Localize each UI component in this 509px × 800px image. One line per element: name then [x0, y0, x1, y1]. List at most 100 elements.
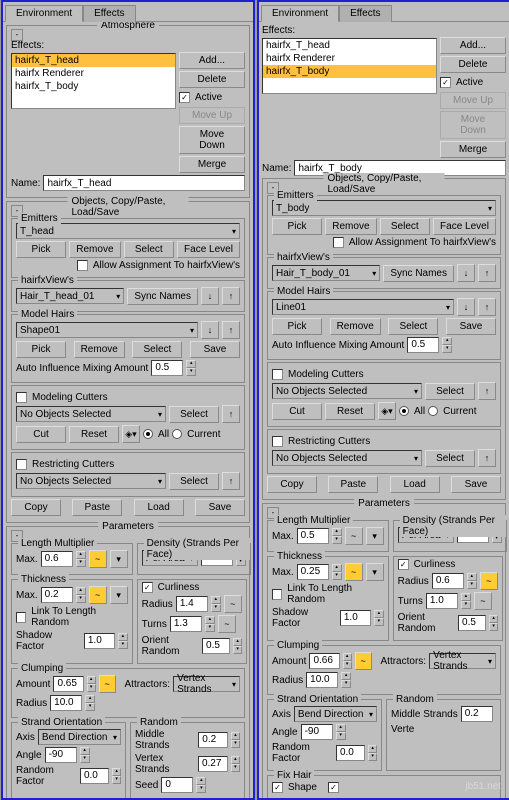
tab-environment[interactable]: Environment	[261, 5, 339, 22]
remove-button[interactable]: Remove	[325, 218, 376, 235]
save-button[interactable]: Save	[195, 499, 245, 516]
save-button[interactable]: Save	[190, 341, 240, 358]
reset-button[interactable]: Reset	[325, 403, 375, 420]
arrow-icon[interactable]: ↑	[222, 405, 240, 423]
turns-spinner[interactable]: 1.0	[426, 593, 458, 609]
linklen-checkbox[interactable]	[272, 589, 282, 600]
select-button[interactable]: Select	[388, 318, 438, 335]
merge-button[interactable]: Merge	[179, 156, 245, 173]
orient-spinner[interactable]: 0.5	[458, 615, 486, 631]
curve-icon[interactable]: ~	[89, 550, 107, 568]
moveup-button[interactable]: Move Up	[179, 107, 245, 124]
sync-button[interactable]: Sync Names	[383, 265, 454, 282]
noobj-dropdown[interactable]: No Objects Selected	[272, 450, 422, 466]
modcutters-checkbox[interactable]	[272, 369, 283, 380]
attractors-dropdown[interactable]: Vertex Strands	[429, 653, 496, 669]
clumprad-spinner[interactable]: 10.0	[50, 695, 82, 711]
curve-icon[interactable]: ~	[224, 595, 242, 613]
movedown-button[interactable]: Move Down	[440, 111, 506, 139]
linklen-checkbox[interactable]	[16, 612, 26, 623]
copy-button[interactable]: Copy	[267, 476, 317, 493]
diamond-icon[interactable]: ◈▾	[122, 425, 140, 443]
orient-spinner[interactable]: 0.5	[202, 638, 230, 654]
curve-icon[interactable]: ~	[480, 572, 498, 590]
sync-button[interactable]: Sync Names	[127, 288, 198, 305]
list-item[interactable]: hairfx Renderer	[12, 67, 175, 80]
pick-button[interactable]: Pick	[272, 218, 322, 235]
save-button[interactable]: Save	[451, 476, 501, 493]
tab-effects[interactable]: Effects	[83, 5, 135, 22]
modcutters-checkbox[interactable]	[16, 392, 27, 403]
shadow-spinner[interactable]: 1.0	[84, 633, 115, 649]
arrow-up-icon[interactable]: ↑	[222, 287, 240, 305]
paste-button[interactable]: Paste	[72, 499, 122, 516]
opts-icon[interactable]: ▾	[110, 550, 128, 568]
clumprad-spinner[interactable]: 10.0	[306, 672, 338, 688]
spin-up-icon[interactable]: ▴	[186, 360, 196, 368]
select-button[interactable]: Select	[124, 241, 174, 258]
amount-spinner[interactable]: 0.65	[53, 676, 83, 692]
current-radio[interactable]	[172, 429, 182, 439]
select-button[interactable]: Select	[169, 406, 219, 423]
add-button[interactable]: Add...	[179, 52, 245, 69]
paste-button[interactable]: Paste	[328, 476, 378, 493]
thick-spinner[interactable]: 0.25	[297, 564, 329, 580]
emitters-dropdown[interactable]: T_body	[272, 200, 496, 216]
arrow-up-icon[interactable]: ↑	[478, 264, 496, 282]
noobj-dropdown[interactable]: No Objects Selected	[16, 406, 166, 422]
spin-down-icon[interactable]: ▾	[186, 368, 196, 376]
axis-dropdown[interactable]: Bend Direction	[38, 729, 121, 745]
delete-button[interactable]: Delete	[440, 56, 506, 73]
amount-spinner[interactable]: 0.66	[309, 653, 339, 669]
hairview-dropdown[interactable]: Hair_T_body_01	[272, 265, 380, 281]
angle-spinner[interactable]: -90	[301, 724, 333, 740]
list-item[interactable]: hairfx_T_body	[263, 65, 436, 78]
seed-spinner[interactable]: 0	[161, 777, 193, 793]
opts-icon[interactable]: ▾	[366, 527, 384, 545]
cut-button[interactable]: Cut	[272, 403, 322, 420]
active-checkbox[interactable]: ✓	[179, 92, 190, 103]
name-input[interactable]	[43, 175, 245, 191]
pick-button[interactable]: Pick	[16, 341, 66, 358]
remove-button[interactable]: Remove	[74, 341, 125, 358]
arrow-down-icon[interactable]: ↓	[457, 298, 475, 316]
save-button[interactable]: Save	[446, 318, 496, 335]
delete-button[interactable]: Delete	[179, 71, 245, 88]
moveup-button[interactable]: Move Up	[440, 92, 506, 109]
curve-icon[interactable]: ~	[89, 586, 107, 604]
noobj-dropdown[interactable]: No Objects Selected	[16, 473, 166, 489]
list-item[interactable]: hairfx_T_head	[12, 54, 175, 67]
restcutters-checkbox[interactable]	[16, 459, 27, 470]
autoinfl-spinner[interactable]: 0.5	[151, 360, 183, 376]
arrow-icon[interactable]: ↑	[478, 449, 496, 467]
effects-listbox[interactable]: hairfx_T_head hairfx Renderer hairfx_T_b…	[11, 53, 176, 109]
collapse-icon[interactable]: -	[11, 29, 23, 41]
noobj-dropdown[interactable]: No Objects Selected	[272, 383, 422, 399]
all-radio[interactable]	[143, 429, 153, 439]
curliness-checkbox[interactable]: ✓	[142, 582, 153, 593]
select-button[interactable]: Select	[425, 383, 475, 400]
middle-spinner[interactable]: 0.2	[461, 706, 493, 722]
radius-spinner[interactable]: 0.6	[432, 573, 464, 589]
reset-button[interactable]: Reset	[69, 426, 119, 443]
remove-button[interactable]: Remove	[69, 241, 120, 258]
middle-spinner[interactable]: 0.2	[198, 732, 228, 748]
hairview-dropdown[interactable]: Hair_T_head_01	[16, 288, 124, 304]
arrow-down-icon[interactable]: ↓	[457, 264, 475, 282]
emitters-dropdown[interactable]: T_head	[16, 223, 240, 239]
curliness-checkbox[interactable]: ✓	[398, 559, 409, 570]
max-spinner[interactable]: 0.5	[297, 528, 329, 544]
load-button[interactable]: Load	[390, 476, 440, 493]
opts-icon[interactable]: ▾	[366, 563, 384, 581]
allow-assign-checkbox[interactable]	[333, 237, 344, 248]
arrow-up-icon[interactable]: ↑	[222, 321, 240, 339]
load-button[interactable]: Load	[134, 499, 184, 516]
effects-listbox[interactable]: hairfx_T_head hairfx Renderer hairfx_T_b…	[262, 38, 437, 94]
curve-icon[interactable]: ~	[345, 563, 363, 581]
randfac-spinner[interactable]: 0.0	[336, 745, 365, 761]
curve-icon[interactable]: ~	[355, 652, 372, 670]
arrow-up-icon[interactable]: ↑	[478, 298, 496, 316]
list-item[interactable]: hairfx_T_head	[263, 39, 436, 52]
turns-spinner[interactable]: 1.3	[170, 616, 202, 632]
pick-button[interactable]: Pick	[16, 241, 66, 258]
